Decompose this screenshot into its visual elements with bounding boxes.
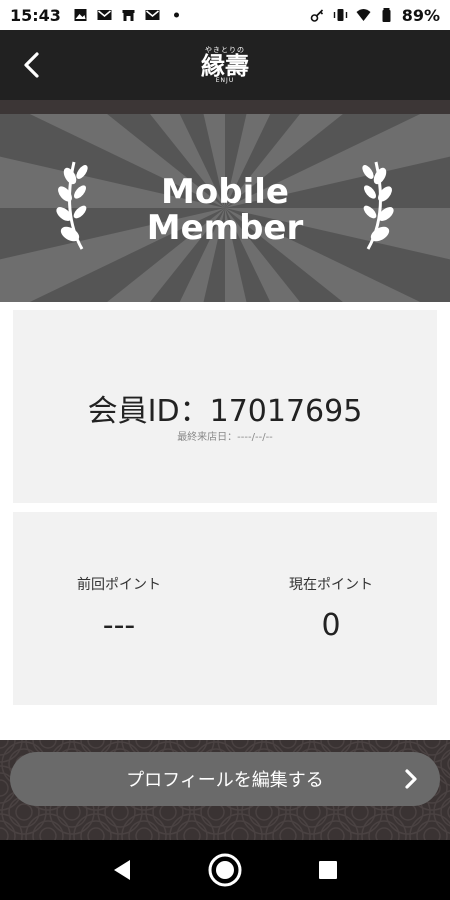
- nav-home-icon: [208, 853, 242, 887]
- wave-arc: [183, 827, 201, 840]
- wave-arc: [303, 803, 321, 821]
- brand-logo: やきとりの 縁壽 ENJU: [201, 46, 249, 84]
- status-time: 15:43: [10, 5, 61, 25]
- current-points: 現在ポイント 0: [225, 574, 437, 643]
- hero-banner: Mobile Member: [0, 114, 450, 302]
- wave-arc: [80, 820, 112, 840]
- logo-main-text: 縁壽: [201, 50, 249, 80]
- pattern-band: [0, 100, 450, 114]
- wave-arc: [255, 803, 273, 821]
- chevron-right-icon: [405, 769, 417, 789]
- dot-icon: [173, 12, 179, 18]
- member-content: 会員ID：17017695 最終来店日：----/--/-- 前回ポイント --…: [0, 302, 450, 740]
- wave-arc: [135, 740, 153, 749]
- edit-profile-button[interactable]: プロフィールを編集する: [10, 752, 440, 806]
- hero-title: Mobile Member: [0, 174, 450, 246]
- nav-back-button[interactable]: [102, 850, 142, 890]
- wave-arc: [63, 803, 81, 821]
- wave-arc: [416, 820, 448, 840]
- member-id: 会員ID：17017695: [87, 394, 363, 429]
- previous-points-value: ---: [102, 608, 136, 643]
- status-bar: 15:43 89%: [0, 0, 450, 30]
- bottom-action-area: プロフィールを編集する: [0, 740, 450, 840]
- wave-arc: [327, 740, 345, 749]
- notification-icons: [73, 8, 184, 22]
- battery-icon: [382, 8, 391, 22]
- wave-arc: [279, 740, 297, 749]
- wave-arc: [375, 827, 393, 840]
- nav-back-icon: [113, 860, 130, 880]
- hero-title-line2: Member: [146, 208, 304, 248]
- edit-profile-label: プロフィールを編集する: [126, 770, 324, 791]
- wave-arc: [111, 803, 129, 821]
- wave-arc: [423, 827, 441, 840]
- wave-arc: [231, 740, 249, 749]
- wave-arc: [87, 740, 105, 749]
- points-card: 前回ポイント --- 現在ポイント 0: [13, 512, 437, 705]
- key-icon: [310, 9, 323, 22]
- image-icon: [74, 9, 87, 21]
- wave-arc: [159, 803, 177, 821]
- gmail-icon: [145, 10, 160, 20]
- current-points-label: 現在ポイント: [289, 577, 373, 593]
- app-bar: やきとりの 縁壽 ENJU: [0, 30, 450, 100]
- back-arrow-icon[interactable]: [18, 50, 48, 80]
- current-points-value: 0: [321, 608, 341, 643]
- wave-arc: [375, 740, 393, 749]
- system-nav-bar: [0, 840, 450, 900]
- wave-arc: [279, 827, 297, 840]
- wave-arc: [128, 820, 160, 840]
- wave-arc: [15, 803, 33, 821]
- wave-arc: [327, 827, 345, 840]
- previous-points-label: 前回ポイント: [77, 577, 161, 593]
- wave-arc: [32, 820, 64, 840]
- wave-arc: [39, 827, 57, 840]
- vibrate-icon: [333, 9, 347, 21]
- system-icons: 89%: [310, 6, 440, 25]
- nav-home-button[interactable]: [205, 850, 245, 890]
- previous-points: 前回ポイント ---: [13, 574, 225, 643]
- wave-arc: [183, 740, 201, 749]
- wave-arc: [368, 820, 400, 840]
- gmail-icon: [97, 10, 112, 20]
- nav-recents-icon: [319, 861, 338, 879]
- wave-arc: [0, 827, 9, 840]
- wave-arc: [272, 820, 304, 840]
- wave-arc: [423, 740, 441, 749]
- store-icon: [122, 10, 135, 21]
- wave-arc: [135, 827, 153, 840]
- member-id-card: 会員ID：17017695 最終来店日：----/--/--: [13, 310, 437, 503]
- wave-arc: [399, 803, 417, 821]
- nav-recents-button[interactable]: [308, 850, 348, 890]
- wave-arc: [87, 827, 105, 840]
- wave-arc: [224, 820, 256, 840]
- wave-arc: [231, 827, 249, 840]
- wave-arc: [351, 803, 369, 821]
- wave-arc: [320, 820, 352, 840]
- wave-arc: [39, 740, 57, 749]
- battery-percent: 89%: [401, 5, 440, 25]
- wave-arc: [0, 740, 9, 749]
- wave-arc: [207, 803, 225, 821]
- last-visit-date: 最終来店日：----/--/--: [177, 432, 273, 443]
- wave-arc: [0, 779, 9, 797]
- hero-title-line1: Mobile: [161, 172, 289, 212]
- wifi-icon: [356, 9, 371, 21]
- wave-arc: [176, 820, 208, 840]
